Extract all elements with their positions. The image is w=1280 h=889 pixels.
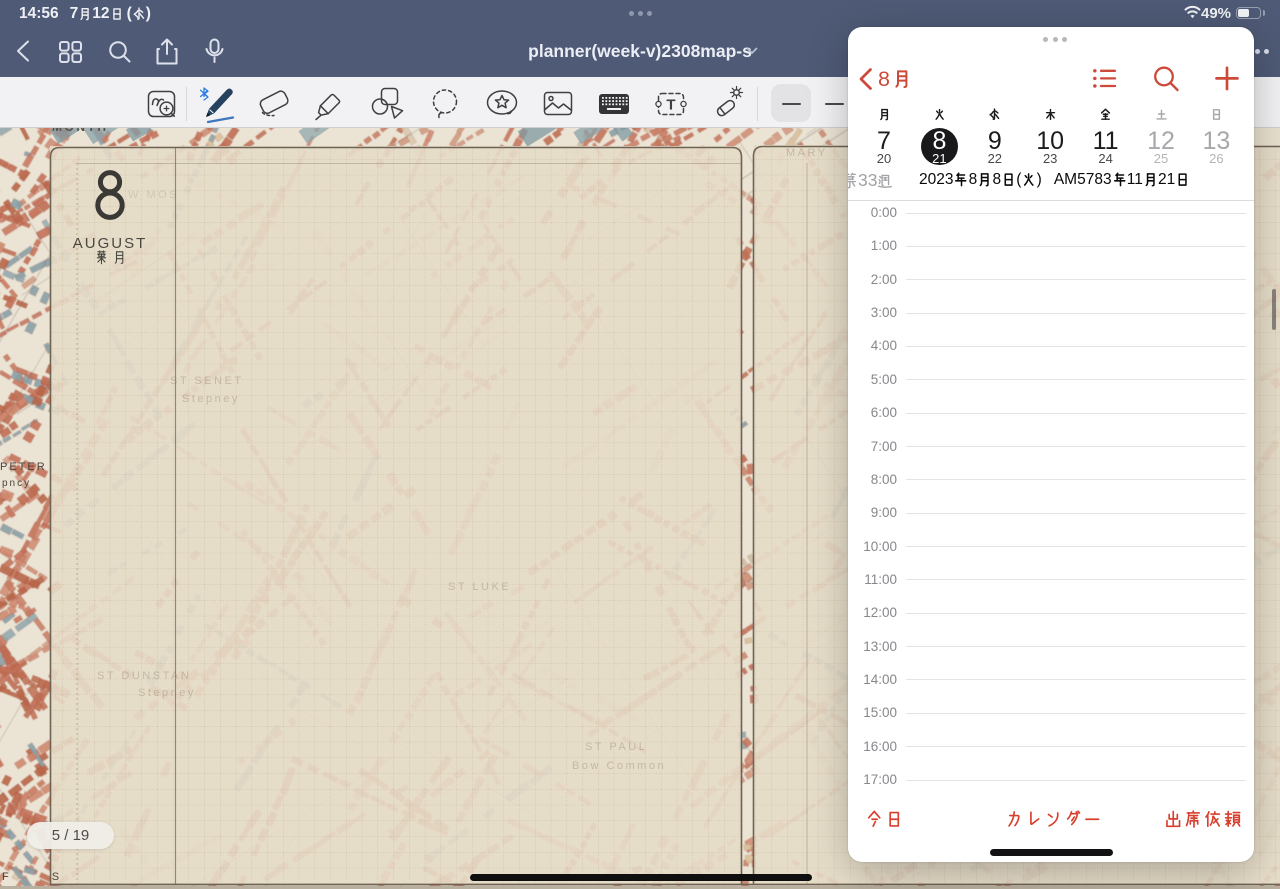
svg-text:W MOS: W MOS	[128, 189, 179, 201]
svg-text:ST SENET: ST SENET	[170, 375, 244, 387]
svg-text:pncy: pncy	[2, 478, 31, 489]
svg-text:MARY: MARY	[786, 147, 828, 159]
svg-text:T: T	[666, 97, 675, 114]
svg-text:ST LUKE: ST LUKE	[448, 581, 511, 593]
svg-text:PETER: PETER	[0, 461, 47, 473]
svg-text:Bow Common: Bow Common	[572, 760, 666, 772]
svg-text:F S: F S	[2, 871, 79, 883]
svg-text:Stepney: Stepney	[138, 687, 196, 699]
svg-text:ST DUNSTAN: ST DUNSTAN	[97, 670, 191, 682]
svg-text:ST PAUL: ST PAUL	[585, 741, 647, 753]
svg-text:Stepney: Stepney	[182, 393, 240, 405]
